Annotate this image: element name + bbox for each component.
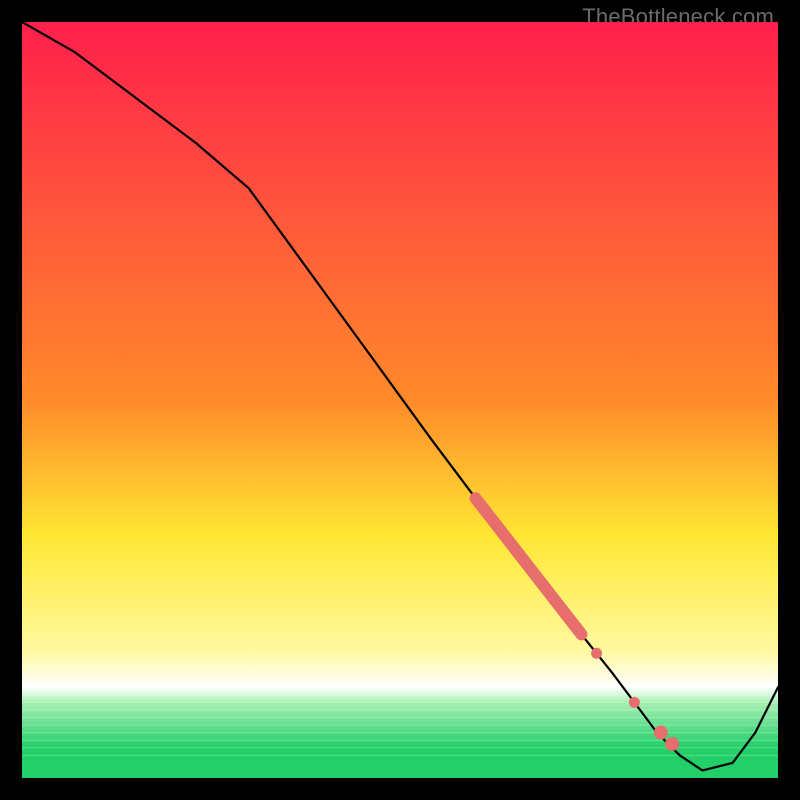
- outer-frame: TheBottleneck.com: [0, 0, 800, 800]
- gradient-bg: [22, 22, 778, 778]
- chart-svg: [22, 22, 778, 778]
- highlight-dot: [665, 737, 679, 751]
- chart-area: [22, 22, 778, 778]
- highlight-dot: [591, 648, 602, 659]
- highlight-dot: [629, 697, 640, 708]
- highlight-dot: [654, 726, 668, 740]
